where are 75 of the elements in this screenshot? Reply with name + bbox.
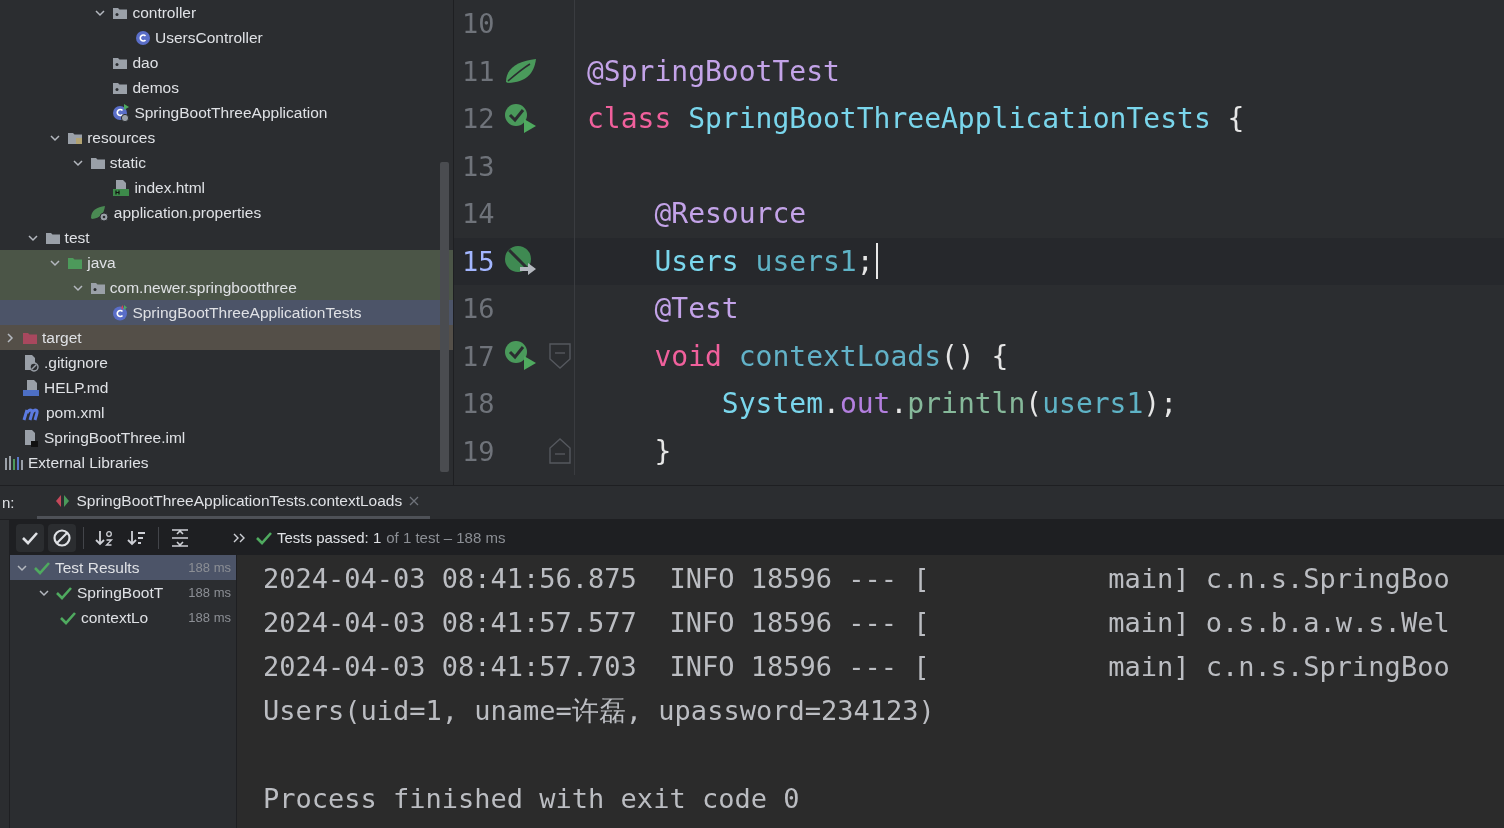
line-number: 14: [461, 198, 496, 230]
code-line: @Resource: [653, 197, 807, 231]
line-number: 16: [461, 293, 496, 325]
line-number: 12: [461, 103, 496, 135]
test-duration: 188 ms: [187, 560, 232, 575]
test-class-icon: [112, 304, 129, 321]
test-result-item[interactable]: SpringBootT 188 ms: [10, 580, 236, 605]
passed-filter-button[interactable]: [16, 523, 44, 552]
code-editor[interactable]: 10 11 @SpringBootTest 12 class SpringBootThreeApplicationTests { 13 14 @Resource 15 Users users1; 16 @Test 17 void contextLoads() { 18 System.out.println(users1); 19 }: [453, 0, 1504, 485]
tree-item[interactable]: SpringBootThreeApplicationTests: [0, 300, 453, 325]
code-line: class SpringBootThreeApplicationTests {: [587, 102, 1245, 136]
tree-item[interactable]: index.html: [0, 175, 453, 200]
tree-item[interactable]: pom.xml: [0, 400, 453, 425]
code-line: @Test: [653, 292, 739, 326]
status-detail: of 1 test – 188 ms: [386, 529, 506, 546]
markdown-file-icon: [22, 378, 40, 397]
test-duration: 188 ms: [187, 585, 232, 600]
ignored-filter-icon: [51, 526, 73, 549]
class-icon: [135, 29, 151, 46]
libraries-icon: [4, 454, 24, 471]
check-icon: [60, 610, 76, 625]
console-line: 2024-04-03 08:41:57.703 INFO 18596 --- [ main] c.n.s.SpringBoo: [263, 650, 1451, 684]
test-result-item[interactable]: Test Results 188 ms: [10, 555, 236, 580]
line-number: 11: [461, 55, 496, 87]
expand-all-icon: [169, 526, 191, 549]
console-line: 2024-04-03 08:41:56.875 INFO 18596 --- [ main] c.n.s.SpringBoo: [263, 562, 1451, 596]
code-line: System.out.println(users1);: [720, 387, 1178, 421]
tree-item[interactable]: dao: [0, 50, 453, 75]
tree-item[interactable]: demos: [0, 75, 453, 100]
tree-item[interactable]: controller: [0, 0, 453, 25]
panel-label: n:: [1, 494, 16, 511]
tab-label: SpringBootThreeApplicationTests.contextLoads: [76, 492, 403, 510]
tree-item[interactable]: java: [0, 250, 453, 275]
scrollbar[interactable]: [440, 162, 449, 472]
ignored-file-icon: [22, 353, 40, 372]
html-file-icon: [112, 178, 131, 197]
leaf-settings-icon: [89, 203, 110, 222]
tree-item[interactable]: SpringBootThreeApplication: [0, 100, 453, 125]
code-line: Users users1;: [653, 244, 874, 278]
line-number: 17: [461, 340, 496, 372]
test-name: contextLo: [81, 608, 150, 627]
ignored-filter-button[interactable]: [48, 523, 76, 552]
check-icon: [34, 560, 50, 575]
line-number: 19: [461, 435, 496, 467]
tree-item[interactable]: resources: [0, 125, 453, 150]
test-result-item[interactable]: contextLo 188 ms: [10, 605, 236, 630]
tree-item[interactable]: test: [0, 225, 453, 250]
line-number: 10: [461, 8, 496, 40]
test-duration: 188 ms: [187, 610, 232, 625]
code-line: void contextLoads() {: [653, 339, 1009, 373]
test-name: Test Results: [55, 558, 141, 577]
line-number: 18: [461, 388, 496, 420]
tree-item[interactable]: UsersController: [0, 25, 453, 50]
console-line: 2024-04-03 08:41:57.577 INFO 18596 --- [ main] o.s.b.a.w.s.Wel: [263, 606, 1451, 640]
test-name: SpringBootT: [77, 583, 165, 602]
tree-item[interactable]: .gitignore: [0, 350, 453, 375]
tree-item[interactable]: External Libraries: [0, 450, 453, 475]
tree-item[interactable]: application.properties: [0, 200, 453, 225]
spring-class-icon: [112, 103, 131, 122]
console-line: Users(uid=1, uname=许磊, upassword=234123): [263, 694, 936, 728]
code-line: @SpringBootTest: [587, 54, 840, 88]
check-icon: [56, 585, 72, 600]
tree-item[interactable]: HELP.md: [0, 375, 453, 400]
tree-item[interactable]: target: [0, 325, 453, 350]
tree-item[interactable]: static: [0, 150, 453, 175]
line-number: 15: [461, 245, 496, 277]
code-line: }: [653, 434, 672, 468]
line-number: 13: [461, 150, 496, 182]
tree-item[interactable]: SpringBootThree.iml: [0, 425, 453, 450]
tree-item[interactable]: com.newer.springbootthree: [0, 275, 453, 300]
test-run-icon: [54, 494, 71, 508]
exit-message: Process finished with exit code 0: [263, 782, 801, 816]
status-summary: Tests passed: 1: [277, 529, 382, 546]
check-icon: [256, 530, 272, 545]
module-file-icon: [22, 428, 40, 447]
